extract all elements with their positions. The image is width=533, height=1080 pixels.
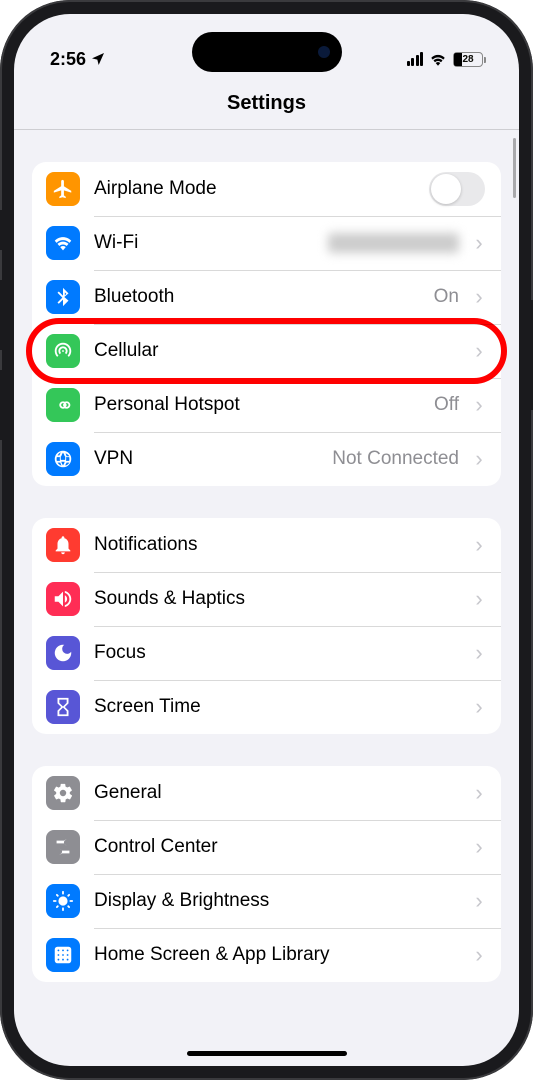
home-indicator[interactable] xyxy=(187,1051,347,1056)
wifi-icon xyxy=(429,52,447,66)
chevron-right-icon: › xyxy=(473,640,485,666)
chevron-right-icon: › xyxy=(473,338,485,364)
volume-up-button xyxy=(0,280,2,350)
chevron-right-icon: › xyxy=(473,392,485,418)
control-center-toggles-icon xyxy=(46,830,80,864)
row-label: Personal Hotspot xyxy=(94,394,420,416)
home-screen-grid-icon xyxy=(46,938,80,972)
cellular-icon xyxy=(46,334,80,368)
hotspot-icon xyxy=(46,388,80,422)
vpn-globe-icon xyxy=(46,442,80,476)
settings-list[interactable]: Airplane Mode Wi-Fi Network › xyxy=(14,130,519,1066)
hotspot-status: Off xyxy=(434,394,459,416)
chevron-right-icon: › xyxy=(473,780,485,806)
row-personal-hotspot[interactable]: Personal Hotspot Off › xyxy=(32,378,501,432)
chevron-right-icon: › xyxy=(473,532,485,558)
row-vpn[interactable]: VPN Not Connected › xyxy=(32,432,501,486)
volume-down-button xyxy=(0,370,2,440)
cellular-signal-icon xyxy=(407,52,424,66)
row-label: Cellular xyxy=(94,340,459,362)
row-label: Airplane Mode xyxy=(94,178,415,200)
settings-group-general: General › Control Center › Display & Bri… xyxy=(32,766,501,982)
row-bluetooth[interactable]: Bluetooth On › xyxy=(32,270,501,324)
row-airplane-mode[interactable]: Airplane Mode xyxy=(32,162,501,216)
row-cellular[interactable]: Cellular › xyxy=(32,324,501,378)
row-label: Sounds & Haptics xyxy=(94,588,459,610)
chevron-right-icon: › xyxy=(473,446,485,472)
row-label: Wi-Fi xyxy=(94,232,314,254)
screen-time-hourglass-icon xyxy=(46,690,80,724)
chevron-right-icon: › xyxy=(473,834,485,860)
row-label: General xyxy=(94,782,459,804)
battery-fill xyxy=(454,53,462,66)
wifi-icon xyxy=(46,226,80,260)
chevron-right-icon: › xyxy=(473,942,485,968)
row-label: Screen Time xyxy=(94,696,459,718)
battery-indicator: 28 xyxy=(453,52,483,67)
side-button xyxy=(0,210,2,250)
row-label: Notifications xyxy=(94,534,459,556)
vpn-status: Not Connected xyxy=(332,448,459,470)
location-arrow-icon xyxy=(90,51,106,67)
airplane-toggle[interactable] xyxy=(429,172,485,206)
row-wifi[interactable]: Wi-Fi Network › xyxy=(32,216,501,270)
brightness-sun-icon xyxy=(46,884,80,918)
status-right: 28 xyxy=(407,52,484,67)
notifications-bell-icon xyxy=(46,528,80,562)
sounds-speaker-icon xyxy=(46,582,80,616)
wifi-network-name: Network xyxy=(328,233,459,253)
battery-percent: 28 xyxy=(462,54,473,65)
status-time: 2:56 xyxy=(50,49,86,70)
row-display-brightness[interactable]: Display & Brightness › xyxy=(32,874,501,928)
settings-group-sounds: Notifications › Sounds & Haptics › Focus… xyxy=(32,518,501,734)
status-left: 2:56 xyxy=(50,49,106,70)
dynamic-island xyxy=(192,32,342,72)
bluetooth-icon xyxy=(46,280,80,314)
row-label: Display & Brightness xyxy=(94,890,459,912)
row-focus[interactable]: Focus › xyxy=(32,626,501,680)
row-label: Home Screen & App Library xyxy=(94,944,459,966)
row-notifications[interactable]: Notifications › xyxy=(32,518,501,572)
phone-frame: 2:56 28 Settings xyxy=(0,0,533,1080)
row-label: VPN xyxy=(94,448,318,470)
row-home-screen[interactable]: Home Screen & App Library › xyxy=(32,928,501,982)
camera-dot xyxy=(318,46,330,58)
chevron-right-icon: › xyxy=(473,586,485,612)
chevron-right-icon: › xyxy=(473,230,485,256)
row-label: Bluetooth xyxy=(94,286,420,308)
row-sounds-haptics[interactable]: Sounds & Haptics › xyxy=(32,572,501,626)
row-control-center[interactable]: Control Center › xyxy=(32,820,501,874)
row-label: Control Center xyxy=(94,836,459,858)
focus-moon-icon xyxy=(46,636,80,670)
screen: 2:56 28 Settings xyxy=(14,14,519,1066)
row-screen-time[interactable]: Screen Time › xyxy=(32,680,501,734)
bluetooth-status: On xyxy=(434,286,459,308)
row-label: Focus xyxy=(94,642,459,664)
page-title: Settings xyxy=(14,84,519,130)
general-gear-icon xyxy=(46,776,80,810)
chevron-right-icon: › xyxy=(473,284,485,310)
settings-group-connectivity: Airplane Mode Wi-Fi Network › xyxy=(32,162,501,486)
scroll-indicator[interactable] xyxy=(513,138,516,198)
row-general[interactable]: General › xyxy=(32,766,501,820)
chevron-right-icon: › xyxy=(473,694,485,720)
chevron-right-icon: › xyxy=(473,888,485,914)
airplane-icon xyxy=(46,172,80,206)
